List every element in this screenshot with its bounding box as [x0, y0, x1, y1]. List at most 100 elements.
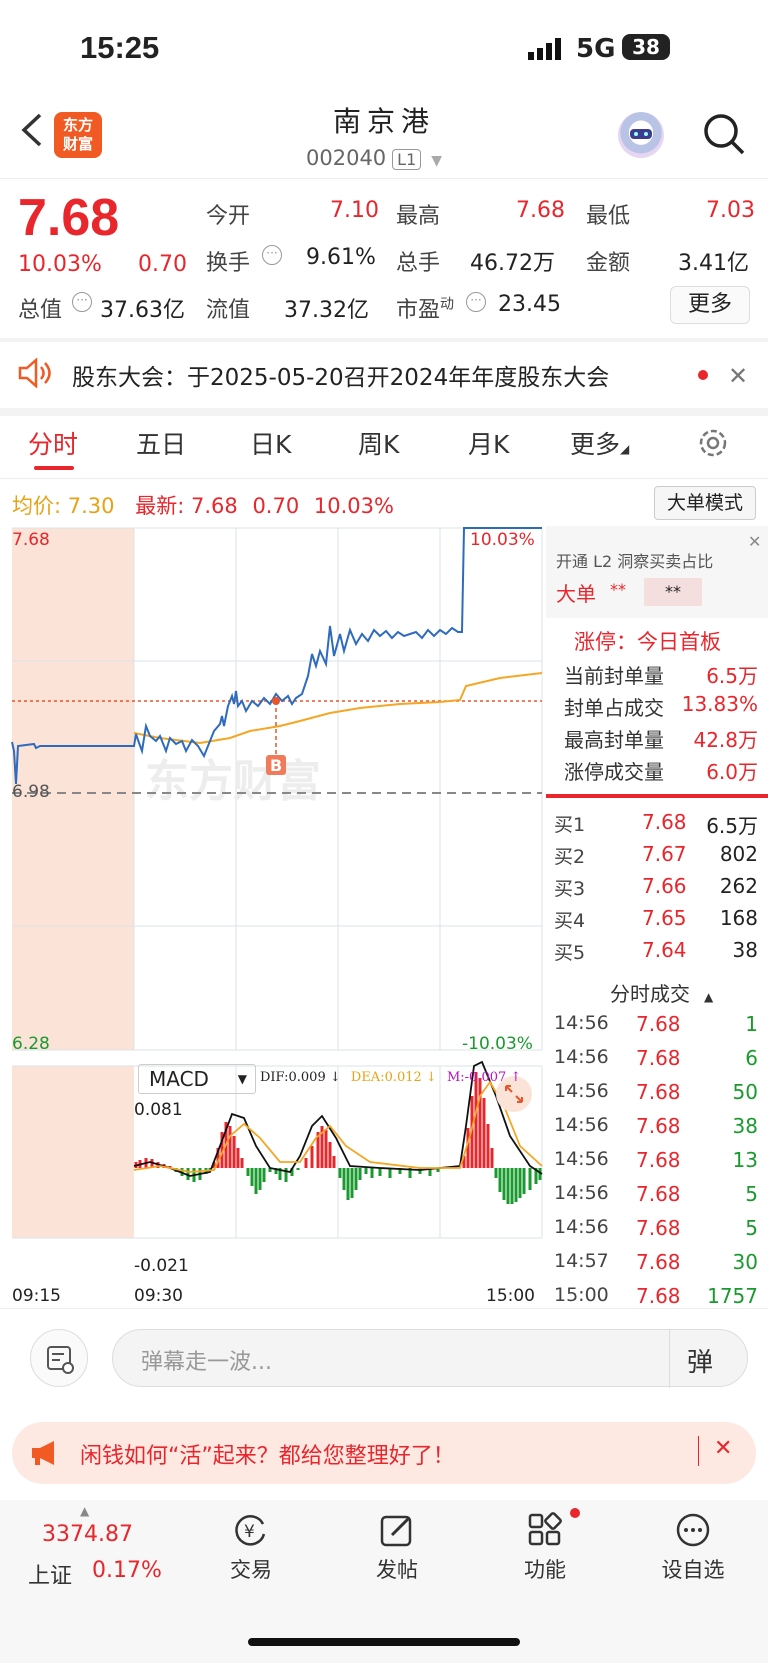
info-icon[interactable]: ··· — [466, 292, 486, 312]
limit-row-value: 6.0万 — [706, 760, 758, 784]
pre-market-area-macd — [12, 1066, 134, 1238]
comment-settings-icon[interactable] — [30, 1329, 88, 1387]
nav-watchlist-label: 设自选 — [661, 1558, 725, 1582]
tab-five-day[interactable]: 五日 — [136, 425, 186, 461]
amount-value: 3.41亿 — [678, 251, 749, 276]
danmaku-toggle[interactable]: 弹 — [687, 1342, 713, 1379]
low-value: 7.03 — [706, 198, 755, 223]
limit-row-label: 最高封单量 — [564, 728, 664, 752]
limit-divider — [546, 794, 768, 798]
nav-trade[interactable]: ¥ 交易 — [206, 1512, 296, 1584]
nav-functions[interactable]: 功能 — [500, 1512, 590, 1584]
marker-point — [272, 697, 280, 705]
bid-level: 买4 — [554, 910, 586, 932]
trade-volume: 30 — [732, 1250, 758, 1274]
apps-icon — [527, 1512, 563, 1548]
pe-label: 市盈动 — [396, 292, 454, 324]
change-percent: 10.03% — [18, 252, 102, 277]
macd-select-label: MACD — [149, 1067, 209, 1091]
trade-time: 14:56 — [554, 1046, 609, 1068]
more-button[interactable]: 更多 — [670, 286, 750, 324]
b-marker-label: B — [270, 756, 282, 775]
tab-monthly-k[interactable]: 月K — [468, 425, 509, 461]
trade-time: 14:56 — [554, 1080, 609, 1102]
danmaku-input[interactable]: 弹幕走一波... 弹 — [112, 1329, 748, 1388]
trade-price: 7.68 — [636, 1284, 681, 1308]
chevron-up-icon: ▲ — [704, 990, 714, 1004]
trade-time: 14:57 — [554, 1250, 609, 1272]
bid-price: 7.68 — [642, 810, 687, 834]
level-badge: L1 — [392, 149, 422, 170]
macd-values: DIF:0.009 ↓ DEA:0.012 ↓ M:-0.007 ↑ — [260, 1070, 521, 1085]
pct-bottom-label: -10.03% — [462, 1034, 533, 1054]
tab-daily-k[interactable]: 日K — [250, 425, 291, 461]
turnover-value: 9.61% — [306, 245, 376, 270]
index-name[interactable]: 上证 — [28, 1558, 72, 1590]
index-value[interactable]: 3374.87 — [42, 1522, 133, 1547]
svg-text:¥: ¥ — [244, 1522, 255, 1542]
price-bottom-label: 6.28 — [12, 1034, 50, 1054]
latest-change: 0.70 — [252, 494, 300, 518]
yuan-cycle-icon: ¥ — [233, 1512, 269, 1548]
info-icon[interactable]: ··· — [262, 245, 282, 265]
big-order-stars-box: ** — [644, 578, 702, 606]
bid-volume: 168 — [719, 906, 758, 930]
pe-value: 23.45 — [498, 292, 561, 317]
low-label: 最低 — [586, 204, 631, 229]
more-circle-icon — [675, 1512, 711, 1548]
danmaku-placeholder: 弹幕走一波... — [141, 1350, 272, 1375]
open-value: 7.10 — [330, 198, 379, 223]
close-icon[interactable]: ✕ — [714, 1436, 732, 1461]
limit-row-label: 当前封单量 — [564, 664, 664, 688]
ad-banner[interactable]: 闲钱如何“活”起来？都给您整理好了！ ✕ — [12, 1422, 756, 1484]
trade-volume: 1757 — [707, 1284, 758, 1308]
notice-bar[interactable]: 股东大会：于2025-05-20召开2024年年度股东大会 ✕ — [0, 342, 768, 408]
change-amount: 0.70 — [138, 252, 187, 277]
trade-volume: 5 — [745, 1182, 758, 1206]
tab-intraday[interactable]: 分时 — [28, 425, 78, 461]
intraday-chart[interactable]: 东方财富 B — [0, 526, 546, 1296]
time-start: 09:15 — [12, 1286, 61, 1306]
l2-box[interactable]: 开通 L2 洞察买卖占比 大单 ** ** ✕ — [546, 526, 768, 618]
side-panel: 开通 L2 洞察买卖占比 大单 ** ** ✕ 涨停：今日首板 当前封单量 6.… — [546, 526, 768, 1308]
avg-value: 7.30 — [67, 494, 115, 518]
stock-code-row[interactable]: 002040 L1 ▼ — [306, 146, 442, 170]
l2-link[interactable]: 开通 L2 洞察买卖占比 — [556, 548, 713, 572]
robot-avatar-icon[interactable] — [618, 112, 664, 158]
stock-code: 002040 — [306, 146, 387, 170]
close-icon[interactable]: ✕ — [728, 362, 748, 390]
pe-label-text: 市盈 — [396, 298, 441, 323]
trades-title[interactable]: 分时成交 ▲ — [610, 978, 713, 1007]
trade-time: 14:56 — [554, 1148, 609, 1170]
notice-text: 股东大会：于2025-05-20召开2024年年度股东大会 — [72, 365, 610, 391]
volume-value: 46.72万 — [470, 251, 555, 276]
trade-price: 7.68 — [636, 1080, 681, 1104]
trade-price: 7.68 — [636, 1250, 681, 1274]
macd-bottom-label: -0.021 — [134, 1256, 189, 1276]
turnover-label: 换手 — [206, 251, 251, 276]
close-icon[interactable]: ✕ — [748, 532, 761, 551]
bid-volume: 38 — [732, 938, 758, 962]
m-value: M:-0.007 ↑ — [446, 1070, 522, 1085]
big-order-mode-button[interactable]: 大单模式 — [654, 486, 756, 520]
trade-volume: 13 — [732, 1148, 758, 1172]
header-divider — [0, 178, 768, 179]
battery-level: 38 — [632, 35, 660, 59]
index-pct[interactable]: 0.17% — [92, 1558, 162, 1583]
info-icon[interactable]: ··· — [72, 292, 92, 312]
input-divider — [669, 1330, 670, 1388]
home-indicator — [248, 1638, 520, 1646]
avg-label: 均价: — [12, 494, 62, 518]
tab-more[interactable]: 更多◢ — [570, 425, 629, 461]
tab-weekly-k[interactable]: 周K — [358, 425, 399, 461]
nav-functions-label: 功能 — [524, 1558, 566, 1582]
search-icon[interactable] — [702, 112, 746, 156]
macd-select[interactable]: MACD ▼ — [138, 1064, 256, 1094]
price-mid-label: 6.98 — [12, 782, 50, 802]
trade-price: 7.68 — [636, 1012, 681, 1036]
settings-icon[interactable] — [696, 426, 730, 460]
nav-post[interactable]: 发帖 — [352, 1512, 442, 1584]
nav-watchlist[interactable]: 设自选 — [648, 1512, 738, 1584]
trade-price: 7.68 — [636, 1148, 681, 1172]
tab-more-label: 更多 — [570, 430, 621, 459]
